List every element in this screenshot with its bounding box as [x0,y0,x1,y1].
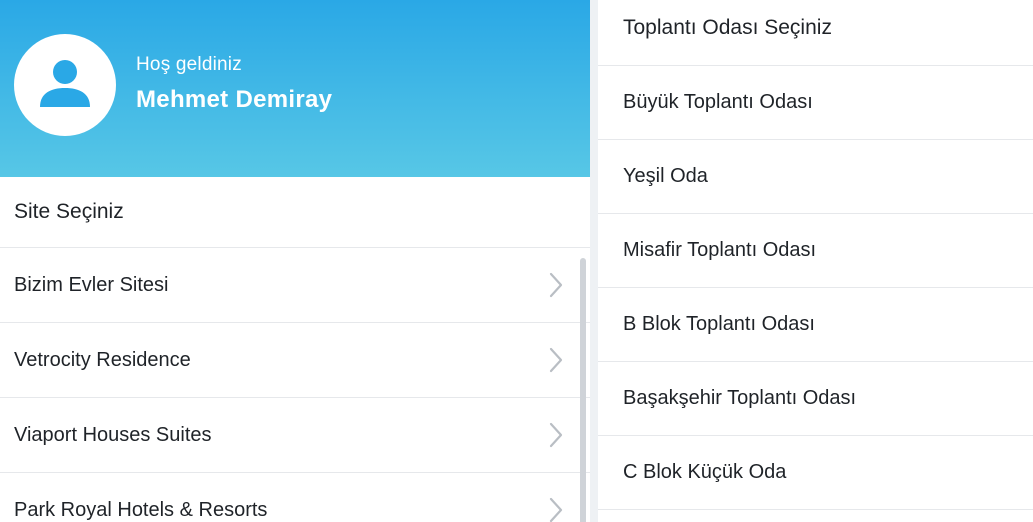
site-list-item[interactable]: Bizim Evler Sitesi [0,248,590,323]
avatar [14,34,116,136]
site-item-label: Bizim Evler Sitesi [14,274,169,296]
site-list-scrollbar[interactable] [580,258,586,522]
chevron-right-icon [549,422,563,448]
room-list-item[interactable]: Yeşil Oda [598,140,1033,214]
site-item-label: Park Royal Hotels & Resorts [14,499,268,521]
chevron-right-icon [549,347,563,373]
room-list-title: Toplantı Odası Seçiniz [598,0,1033,66]
room-list-item[interactable]: Büyük Toplantı Odası [598,66,1033,140]
chevron-right-icon [549,272,563,298]
welcome-text: Hoş geldiniz [136,54,242,75]
chevron-right-icon [549,497,563,522]
site-list-title: Site Seçiniz [0,177,590,248]
profile-header: Hoş geldiniz Mehmet Demiray [0,0,590,177]
site-list-item[interactable]: Viaport Houses Suites [0,398,590,473]
room-list-item[interactable]: C Blok Küçük Oda [598,436,1033,510]
user-icon [40,60,90,107]
room-list-item[interactable]: Misafir Toplantı Odası [598,214,1033,288]
room-list-item[interactable]: B Blok Toplantı Odası [598,288,1033,362]
site-list-item[interactable]: Park Royal Hotels & Resorts [0,473,590,522]
room-list-item[interactable]: Başakşehir Toplantı Odası [598,362,1033,436]
user-name: Mehmet Demiray [136,86,333,113]
site-item-label: Vetrocity Residence [14,349,191,371]
site-item-label: Viaport Houses Suites [14,424,212,446]
site-selection-panel: Hoş geldiniz Mehmet Demiray Site Seçiniz… [0,0,590,522]
room-selection-panel: Toplantı Odası Seçiniz Büyük Toplantı Od… [598,0,1033,522]
site-list-item[interactable]: Vetrocity Residence [0,323,590,398]
